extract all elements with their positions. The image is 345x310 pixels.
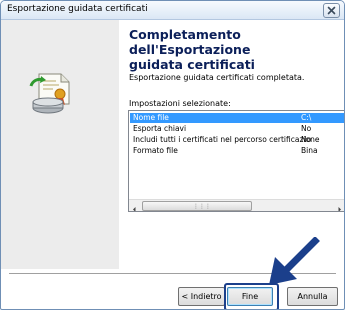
setting-value: Bina	[301, 146, 318, 155]
setting-name: Nome file	[133, 113, 169, 122]
window-title: Esportazione guidata certificati	[7, 4, 148, 14]
setting-value: No	[301, 124, 312, 133]
chevron-right-icon	[338, 207, 341, 211]
list-item[interactable]: Formato file Bina	[130, 146, 344, 156]
settings-label: Impostazioni selezionate:	[129, 99, 231, 108]
pointer-arrow-icon	[269, 237, 320, 285]
setting-name: Esporta chiavi	[133, 124, 187, 133]
certificate-export-icon	[29, 73, 70, 114]
chevron-left-icon	[133, 207, 136, 211]
setting-value: No	[301, 135, 312, 144]
list-item[interactable]: Esporta chiavi No	[130, 124, 344, 134]
completion-message: Esportazione guidata certificati complet…	[129, 73, 305, 82]
wizard-side-panel	[1, 20, 119, 269]
setting-name: Includi tutti i certificati nel percorso…	[133, 135, 320, 144]
close-icon	[327, 6, 336, 15]
page-title-line2: guidata certificati	[129, 57, 255, 72]
scroll-left-button[interactable]	[129, 200, 140, 211]
setting-name: Formato file	[133, 146, 178, 155]
grip-icon: ⋮⋮⋮	[193, 203, 211, 210]
page-title: Completamento dell'Esportazione guidata …	[129, 27, 339, 72]
scroll-right-button[interactable]	[334, 200, 344, 211]
back-button[interactable]: < Indietro	[178, 287, 225, 306]
list-item[interactable]: Includi tutti i certificati nel percorso…	[130, 135, 344, 145]
title-bar[interactable]: Esportazione guidata certificati	[1, 1, 344, 20]
wizard-window: Esportazione guidata certificati Complet…	[0, 0, 345, 310]
settings-list[interactable]: Nome file C:\ Esporta chiavi No Includi …	[128, 110, 344, 212]
close-button[interactable]	[323, 3, 340, 18]
horizontal-scrollbar[interactable]: ⋮⋮⋮	[129, 199, 344, 211]
cancel-button[interactable]: Annulla	[287, 287, 338, 306]
scrollbar-thumb[interactable]: ⋮⋮⋮	[142, 201, 252, 211]
setting-value: C:\	[301, 113, 312, 122]
page-title-line1: Completamento dell'Esportazione	[129, 27, 251, 57]
list-item[interactable]: Nome file C:\	[130, 113, 344, 123]
